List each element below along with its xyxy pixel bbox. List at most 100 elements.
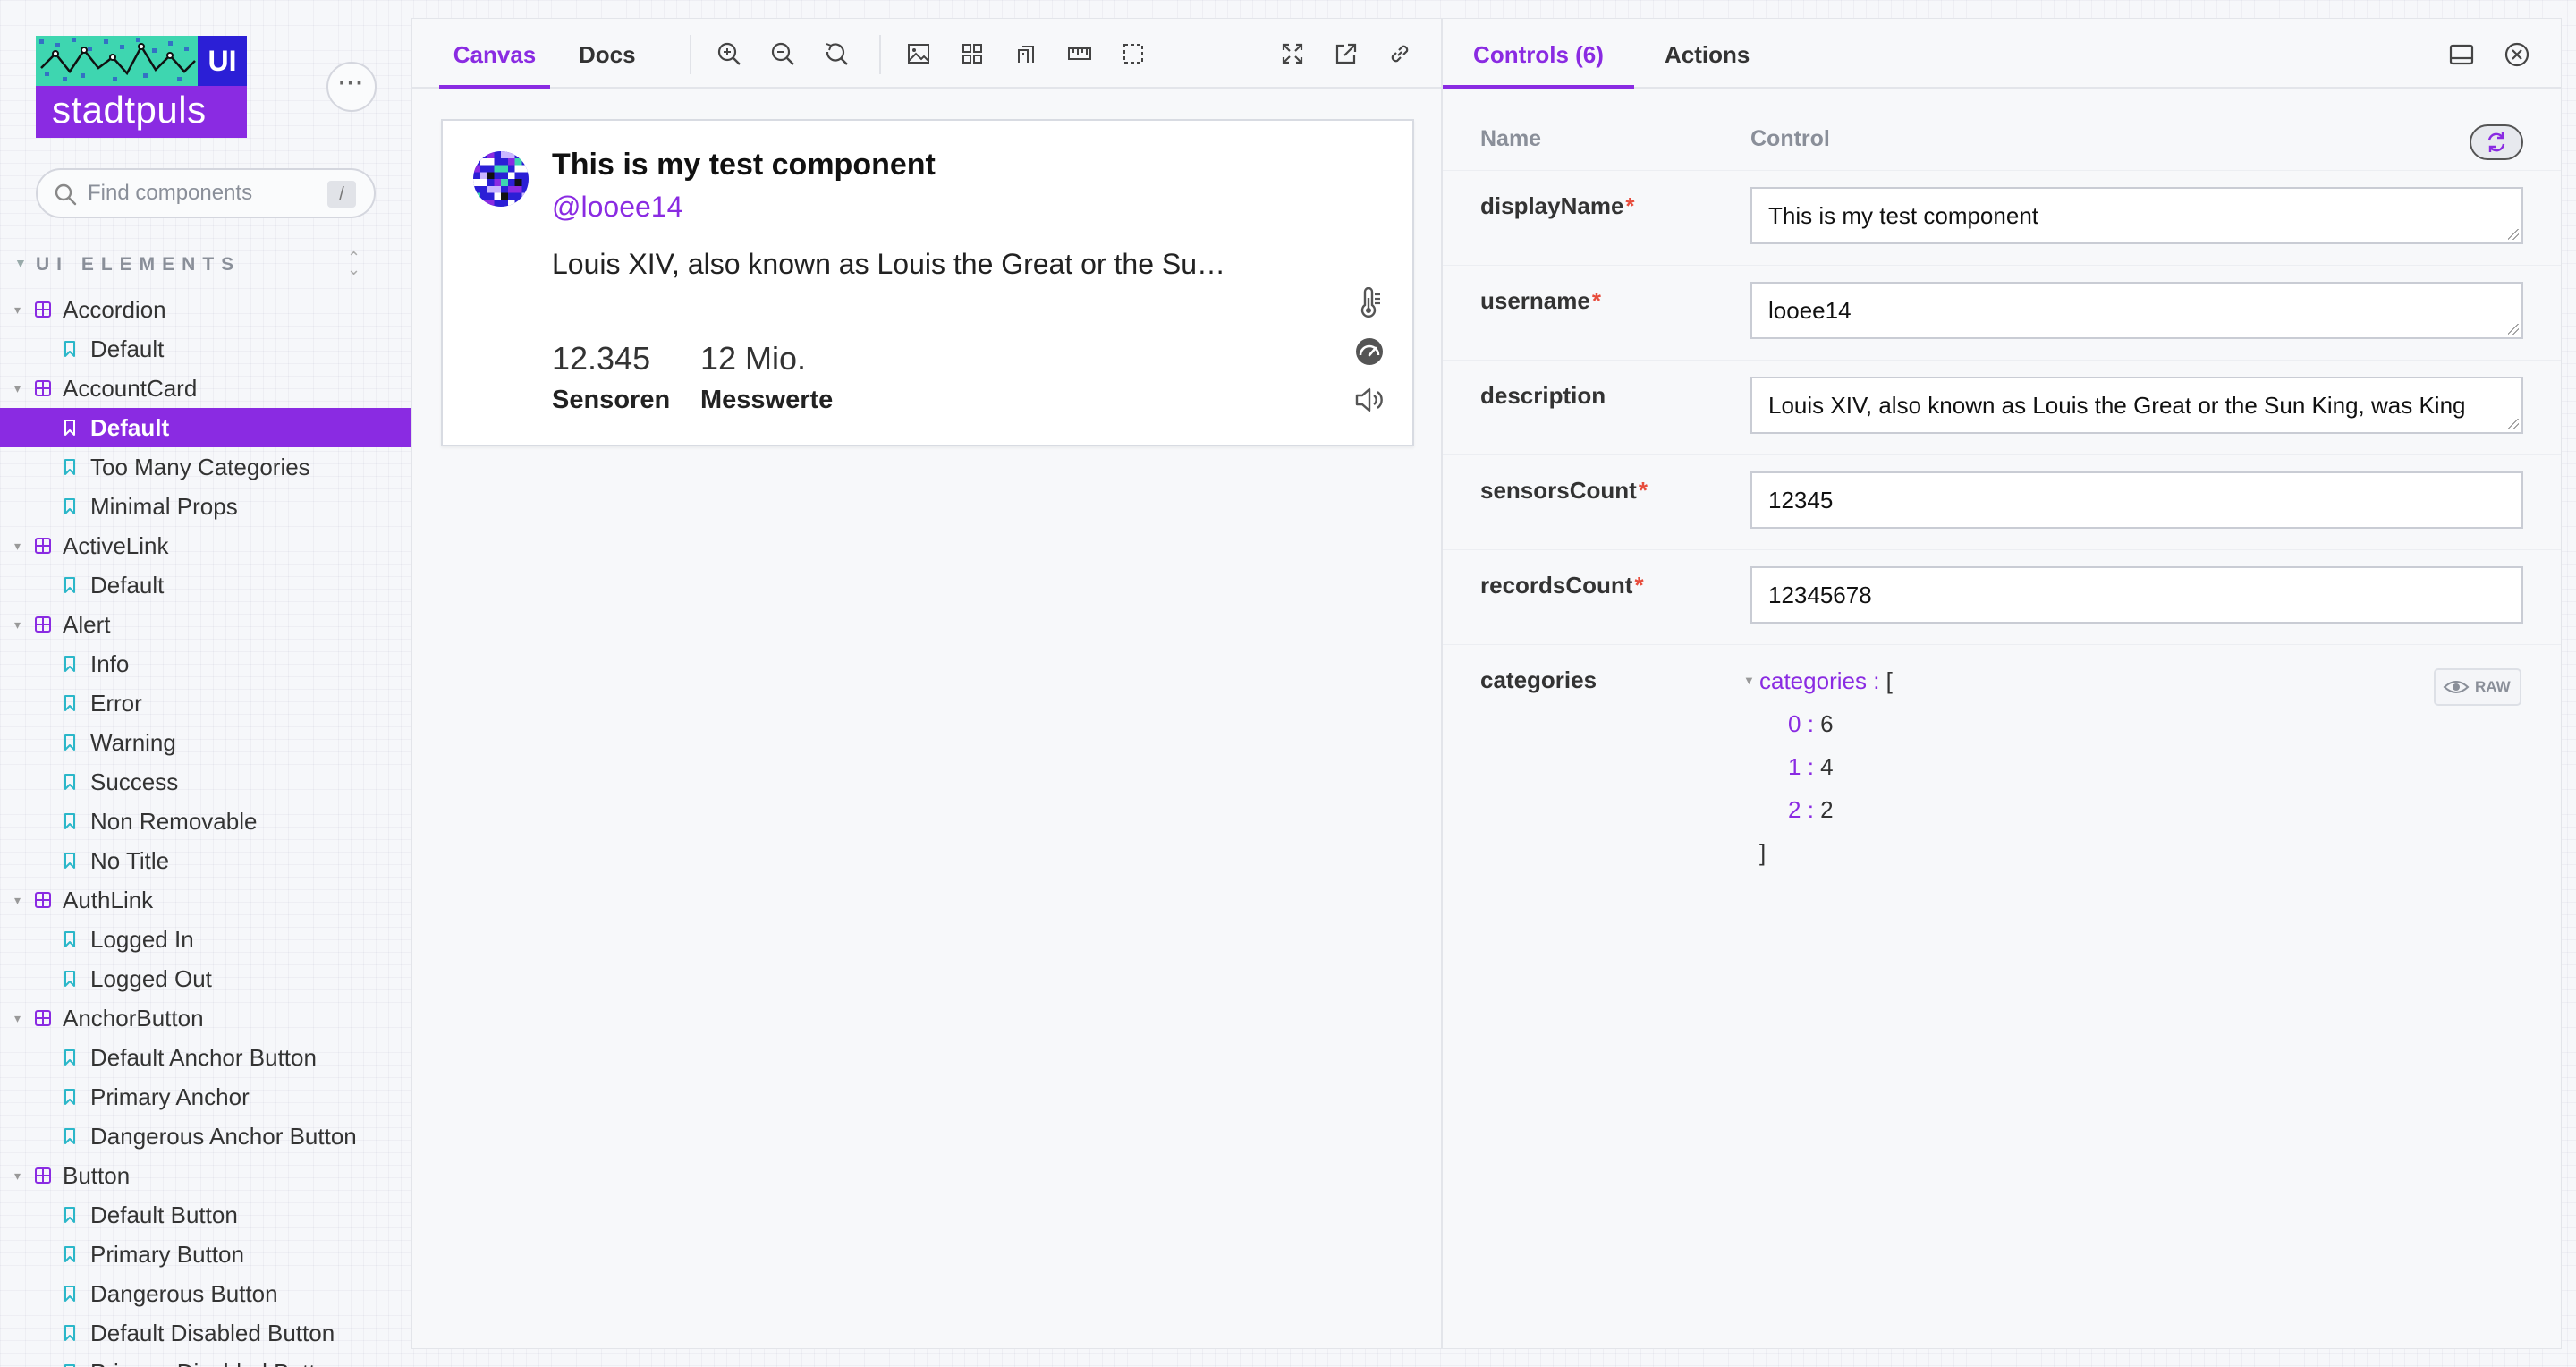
sidebar-component-item[interactable]: ▾ AnchorButton	[0, 998, 411, 1038]
expand-collapse-icon[interactable]: ⌃ ⌄	[347, 250, 360, 277]
zoom-reset-icon[interactable]	[824, 41, 849, 66]
thermometer-icon	[1360, 287, 1380, 318]
sidebar-component-item[interactable]: ▾ AuthLink	[0, 880, 411, 920]
control-name: username*	[1480, 287, 1601, 314]
search-box[interactable]: /	[36, 168, 376, 218]
background-icon[interactable]	[1013, 41, 1038, 66]
sidebar-story-item[interactable]: Dangerous Anchor Button	[0, 1117, 411, 1156]
sidebar-story-item[interactable]: Default	[0, 408, 411, 447]
sidebar-story-item[interactable]: Primary Anchor	[0, 1077, 411, 1117]
grid-icon[interactable]	[960, 41, 985, 66]
sidebar-story-item[interactable]: Logged In	[0, 920, 411, 959]
sidebar-story-item[interactable]: Default	[0, 565, 411, 605]
displayName-textarea[interactable]: This is my test component	[1750, 187, 2523, 244]
control-row-sensorsCount: sensorsCount* 12345	[1443, 455, 2561, 550]
chevron-down-icon[interactable]: ▾	[14, 1156, 21, 1195]
toolbar-divider	[879, 35, 881, 74]
bookmark-icon	[64, 1286, 75, 1302]
reset-controls-button[interactable]	[2470, 124, 2523, 160]
sidebar-story-item[interactable]: Logged Out	[0, 959, 411, 998]
control-row-displayName: displayName* This is my test component	[1443, 171, 2561, 266]
sidebar-story-item[interactable]: Default Button	[0, 1195, 411, 1235]
control-name: categories	[1480, 667, 1597, 693]
bookmark-icon	[64, 341, 75, 357]
json-entry[interactable]: 0 : 6	[1759, 709, 1893, 752]
sidebar-component-item[interactable]: ▾ Accordion	[0, 290, 411, 329]
zoom-in-icon[interactable]	[716, 41, 741, 66]
sidebar-item-label: Default Disabled Button	[90, 1320, 335, 1346]
raw-toggle-button[interactable]: RAW	[2434, 668, 2521, 706]
json-entry[interactable]: 1 : 4	[1759, 752, 1893, 795]
sidebar-story-item[interactable]: Minimal Props	[0, 487, 411, 526]
stadtpuls-logo[interactable]: UI stadtpuls	[36, 36, 247, 138]
image-icon[interactable]	[906, 41, 931, 66]
json-entry[interactable]: 2 : 2	[1759, 795, 1893, 838]
component-icon	[35, 380, 51, 396]
chevron-down-icon[interactable]: ▾	[14, 369, 21, 408]
chevron-down-icon[interactable]: ▼	[1743, 667, 1755, 695]
json-root-line[interactable]: ▼ categories : [	[1743, 667, 1893, 709]
json-close-bracket: ]	[1759, 839, 1767, 866]
sidebar-component-item[interactable]: ▾ AccountCard	[0, 369, 411, 408]
search-icon	[55, 183, 77, 206]
open-new-tab-icon[interactable]	[1334, 41, 1359, 66]
component-tree: ▾ Accordion Default ▾ AccountCard Default Too …	[0, 290, 411, 1367]
account-username-link[interactable]: @looee14	[552, 191, 682, 224]
chevron-down-icon[interactable]: ▾	[14, 605, 21, 644]
bookmark-icon	[64, 813, 75, 829]
close-icon[interactable]	[2504, 41, 2530, 68]
sidebar-story-item[interactable]: Primary Button	[0, 1235, 411, 1274]
sidebar-story-item[interactable]: Primary Disabled Button	[0, 1353, 411, 1367]
panel-position-icon[interactable]	[2448, 41, 2475, 68]
sidebar-item-label: Logged Out	[90, 965, 212, 992]
sidebar-story-item[interactable]: Default Anchor Button	[0, 1038, 411, 1077]
tab-canvas[interactable]: Canvas	[439, 19, 550, 89]
fullscreen-icon[interactable]	[1280, 41, 1305, 66]
chevron-down-icon[interactable]: ▾	[14, 998, 21, 1038]
sensorsCount-number-input[interactable]: 12345	[1750, 471, 2523, 529]
sidebar-item-label: Info	[90, 650, 130, 677]
ruler-icon[interactable]	[1067, 41, 1092, 66]
sidebar-story-item[interactable]: Default	[0, 329, 411, 369]
description-textarea[interactable]: Louis XIV, also known as Louis the Great…	[1750, 377, 2523, 434]
sidebar-item-label: Default	[90, 572, 165, 599]
zoom-out-icon[interactable]	[770, 41, 795, 66]
search-input[interactable]	[88, 170, 311, 217]
sidebar-story-item[interactable]: Success	[0, 762, 411, 802]
tab-docs[interactable]: Docs	[579, 19, 636, 89]
username-textarea[interactable]: looee14	[1750, 282, 2523, 339]
categories-json-editor[interactable]: ▼ categories : [ 0 : 6 1 : 4 2 : 2 ]	[1743, 667, 1893, 881]
more-options-button[interactable]: ···	[326, 62, 377, 112]
gauge-icon	[1356, 338, 1383, 365]
chevron-down-icon[interactable]: ▾	[14, 880, 21, 920]
link-icon[interactable]	[1387, 41, 1412, 66]
logo-wordmark: stadtpuls	[36, 86, 247, 138]
sidebar-component-item[interactable]: ▾ ActiveLink	[0, 526, 411, 565]
outline-icon[interactable]	[1121, 41, 1146, 66]
sidebar-story-item[interactable]: Default Disabled Button	[0, 1313, 411, 1353]
sidebar-item-label: Default Anchor Button	[90, 1044, 317, 1071]
component-icon	[35, 301, 51, 318]
sidebar-story-item[interactable]: Dangerous Button	[0, 1274, 411, 1313]
avatar	[473, 151, 529, 207]
sensors-count-label: Sensoren	[552, 386, 671, 414]
sidebar-story-item[interactable]: No Title	[0, 841, 411, 880]
tab-actions[interactable]: Actions	[1665, 19, 1750, 89]
sidebar-story-item[interactable]: Too Many Categories	[0, 447, 411, 487]
sidebar-story-item[interactable]: Error	[0, 684, 411, 723]
recordsCount-number-input[interactable]: 12345678	[1750, 566, 2523, 624]
section-header-ui-elements[interactable]: ▼ UI ELEMENTS ⌃ ⌄	[0, 250, 411, 279]
records-count-value: 12 Mio.	[700, 340, 807, 377]
sidebar-story-item[interactable]: Info	[0, 644, 411, 684]
records-count-label: Messwerte	[700, 386, 834, 414]
tab-controls[interactable]: Controls (6)	[1443, 19, 1634, 89]
sidebar-story-item[interactable]: Warning	[0, 723, 411, 762]
sidebar-component-item[interactable]: ▾ Button	[0, 1156, 411, 1195]
chevron-down-icon[interactable]: ▾	[14, 290, 21, 329]
chevron-down-icon[interactable]: ▾	[14, 526, 21, 565]
sidebar-story-item[interactable]: Non Removable	[0, 802, 411, 841]
sidebar-component-item[interactable]: ▾ Alert	[0, 605, 411, 644]
sidebar-item-label: Dangerous Button	[90, 1280, 278, 1307]
reset-icon	[2487, 132, 2505, 152]
sidebar-item-label: Alert	[63, 611, 111, 638]
